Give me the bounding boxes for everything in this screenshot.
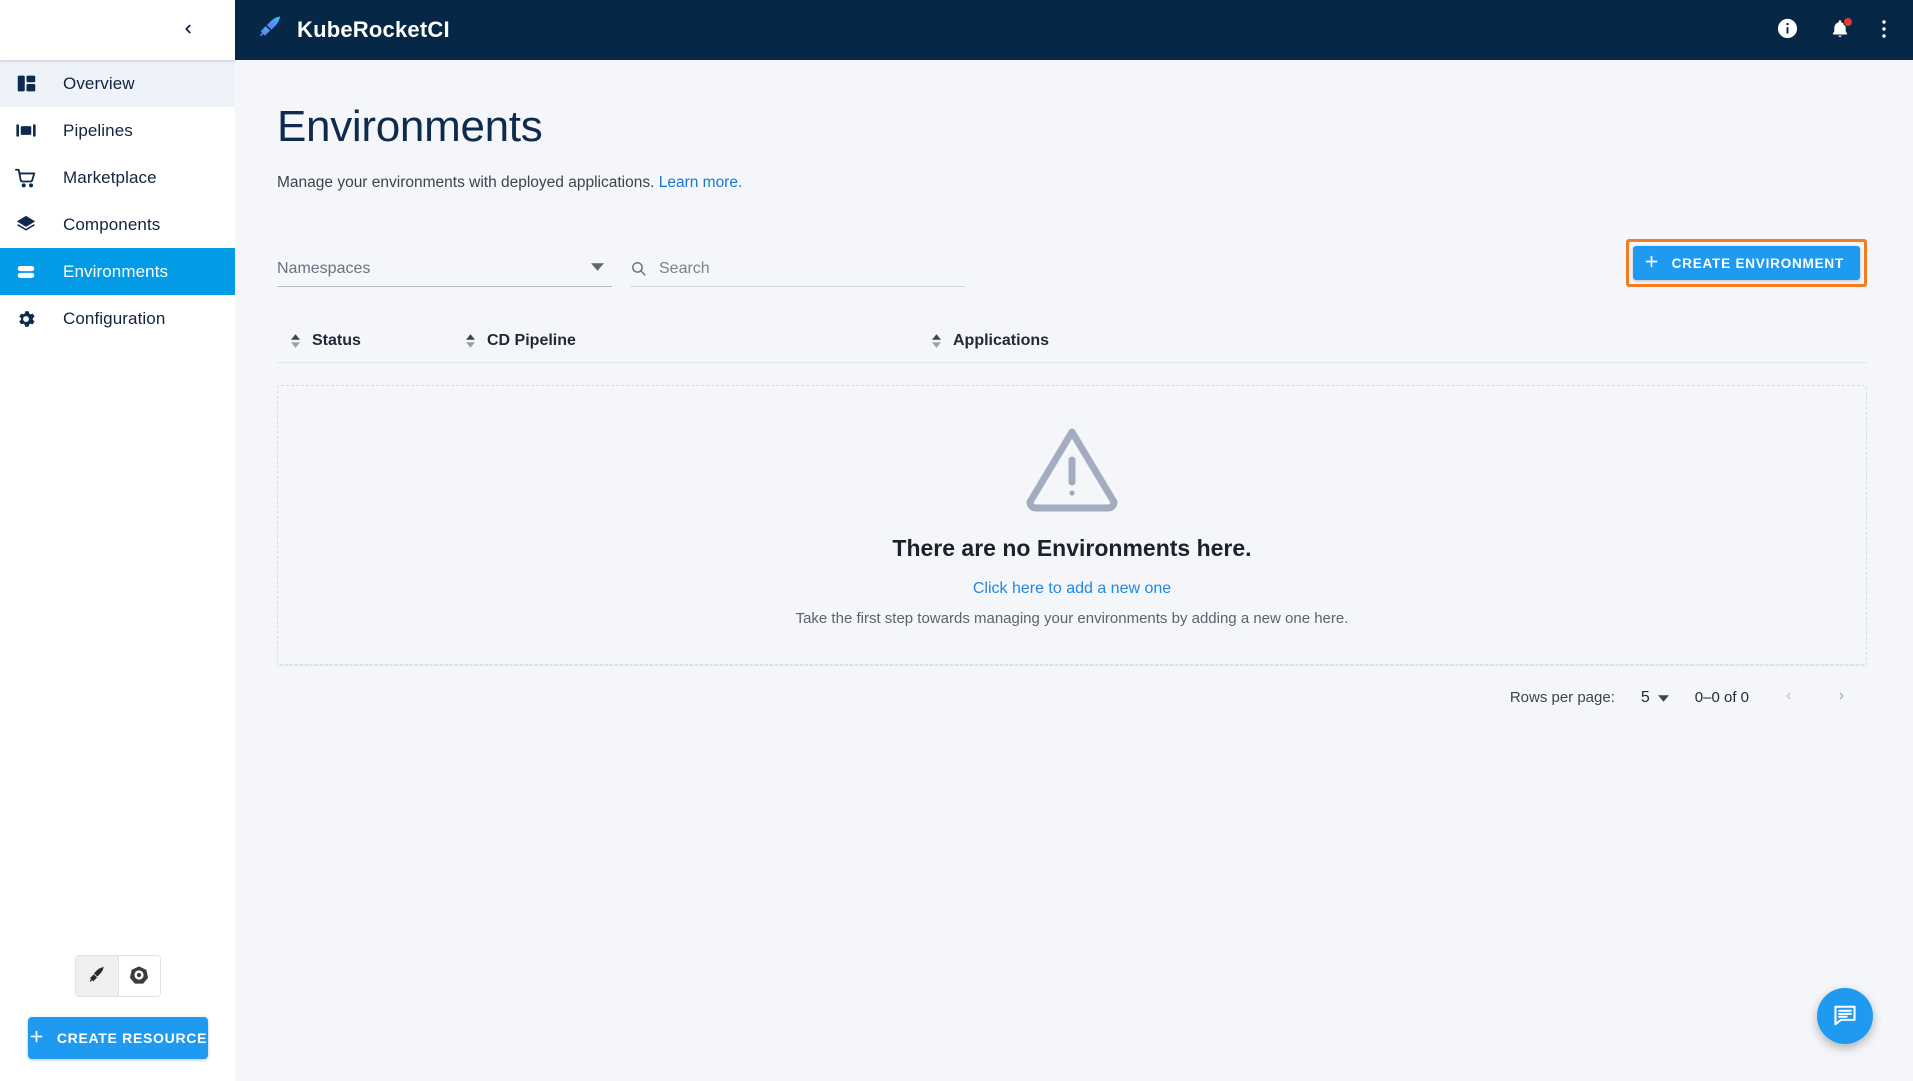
sidebar-item-label: Configuration [63, 308, 166, 328]
column-header-applications[interactable]: Applications [932, 332, 1857, 350]
rows-per-page-value: 5 [1640, 688, 1650, 706]
pagination-range: 0–0 of 0 [1694, 689, 1749, 706]
sidebar-footer: CREATE RESOURCE [0, 955, 235, 1081]
column-header-label: Status [312, 331, 361, 349]
brand[interactable]: KubeRocketCI [257, 15, 450, 46]
gear-icon [11, 308, 41, 330]
toggle-kubernetes-view[interactable] [117, 956, 160, 996]
rows-per-page-select[interactable]: 5 [1641, 689, 1669, 707]
sidebar-collapse-button[interactable] [171, 13, 205, 47]
toggle-krci-view[interactable] [75, 956, 118, 996]
page-content: Environments Manage your environments wi… [235, 60, 1913, 1081]
page-title: Environments [277, 102, 543, 151]
sidebar-nav: Overview Pipelines Marketplace Component… [0, 60, 235, 342]
create-resource-label: CREATE RESOURCE [56, 1030, 208, 1046]
column-header-label: Applications [953, 331, 1050, 349]
empty-state-description: Take the first step towards managing you… [795, 609, 1349, 627]
chat-fab-button[interactable] [1817, 988, 1873, 1044]
info-icon [1776, 17, 1799, 43]
krci-rocket-icon [87, 965, 107, 988]
learn-more-link[interactable]: Learn more. [659, 174, 743, 191]
topbar-actions [1776, 16, 1887, 43]
search-input[interactable] [659, 256, 965, 282]
sort-icon[interactable] [291, 333, 300, 348]
sidebar-item-label: Overview [63, 73, 135, 93]
layers-icon [11, 214, 41, 236]
page-subtitle-text: Manage your environments with deployed a… [277, 174, 655, 191]
sidebar: Overview Pipelines Marketplace Component… [0, 0, 235, 1081]
notification-badge [1843, 16, 1853, 27]
sidebar-item-label: Environments [63, 261, 169, 281]
column-header-label: CD Pipeline [487, 331, 576, 349]
empty-state: There are no Environments here. Click he… [277, 385, 1867, 665]
kubernetes-icon [129, 965, 149, 988]
search-filter[interactable] [630, 256, 965, 287]
search-icon [630, 260, 647, 282]
more-options-button[interactable] [1881, 18, 1887, 43]
notifications-button[interactable] [1829, 16, 1853, 43]
app-root: Overview Pipelines Marketplace Component… [0, 0, 1913, 1081]
pagination-prev-button[interactable] [1775, 683, 1802, 712]
environments-icon [11, 261, 41, 283]
sort-icon[interactable] [466, 333, 475, 348]
table-header-row: Status CD Pipeline Applications [277, 319, 1867, 363]
topbar: KubeRocketCI [235, 0, 1913, 60]
page-subtitle: Manage your environments with deployed a… [277, 174, 1867, 192]
empty-state-link[interactable]: Click here to add a new one [973, 580, 1171, 598]
create-environment-button[interactable]: CREATE ENVIRONMENT [1632, 246, 1860, 280]
create-environment-focus-ring: CREATE ENVIRONMENT [1625, 239, 1867, 287]
view-toggle-group [74, 955, 161, 997]
plus-icon [28, 1028, 45, 1048]
sidebar-item-label: Pipelines [63, 120, 133, 140]
chevron-right-icon [1836, 687, 1847, 708]
pagination-next-button[interactable] [1828, 683, 1855, 712]
more-vertical-icon [1881, 18, 1887, 43]
column-header-status[interactable]: Status [291, 332, 466, 350]
sidebar-item-environments[interactable]: Environments [0, 248, 235, 295]
filters-row: CREATE ENVIRONMENT [277, 239, 1867, 287]
warning-triangle-icon [1024, 424, 1120, 517]
sidebar-item-label: Components [63, 214, 161, 234]
create-resource-button[interactable]: CREATE RESOURCE [27, 1017, 208, 1059]
sidebar-item-label: Marketplace [63, 167, 157, 187]
sidebar-item-pipelines[interactable]: Pipelines [0, 107, 235, 154]
sidebar-item-overview[interactable]: Overview [0, 60, 235, 107]
plus-icon [1643, 253, 1660, 273]
dashboard-icon [11, 73, 41, 94]
pipelines-icon [11, 120, 41, 141]
chevron-left-icon [181, 22, 195, 39]
pagination: Rows per page: 5 0–0 of 0 [277, 665, 1867, 729]
column-header-cd-pipeline[interactable]: CD Pipeline [466, 332, 932, 350]
chat-bubble-icon [1832, 1002, 1858, 1031]
rows-per-page-label: Rows per page: [1509, 689, 1615, 706]
namespaces-filter[interactable] [277, 255, 612, 287]
krci-rocket-logo [257, 15, 283, 46]
chevron-left-icon [1783, 687, 1794, 708]
chevron-down-icon [1657, 689, 1669, 707]
info-button[interactable] [1776, 17, 1799, 43]
sidebar-item-marketplace[interactable]: Marketplace [0, 154, 235, 201]
sidebar-item-components[interactable]: Components [0, 201, 235, 248]
cart-icon [11, 167, 41, 189]
sort-icon[interactable] [932, 333, 941, 348]
brand-name: KubeRocketCI [297, 17, 450, 42]
sidebar-item-configuration[interactable]: Configuration [0, 295, 235, 342]
empty-state-title: There are no Environments here. [892, 534, 1252, 561]
sidebar-header [0, 0, 235, 60]
namespaces-input[interactable] [277, 255, 612, 287]
create-environment-label: CREATE ENVIRONMENT [1671, 255, 1844, 271]
main-column: KubeRocketCI Environments Manage your en… [235, 0, 1913, 1081]
